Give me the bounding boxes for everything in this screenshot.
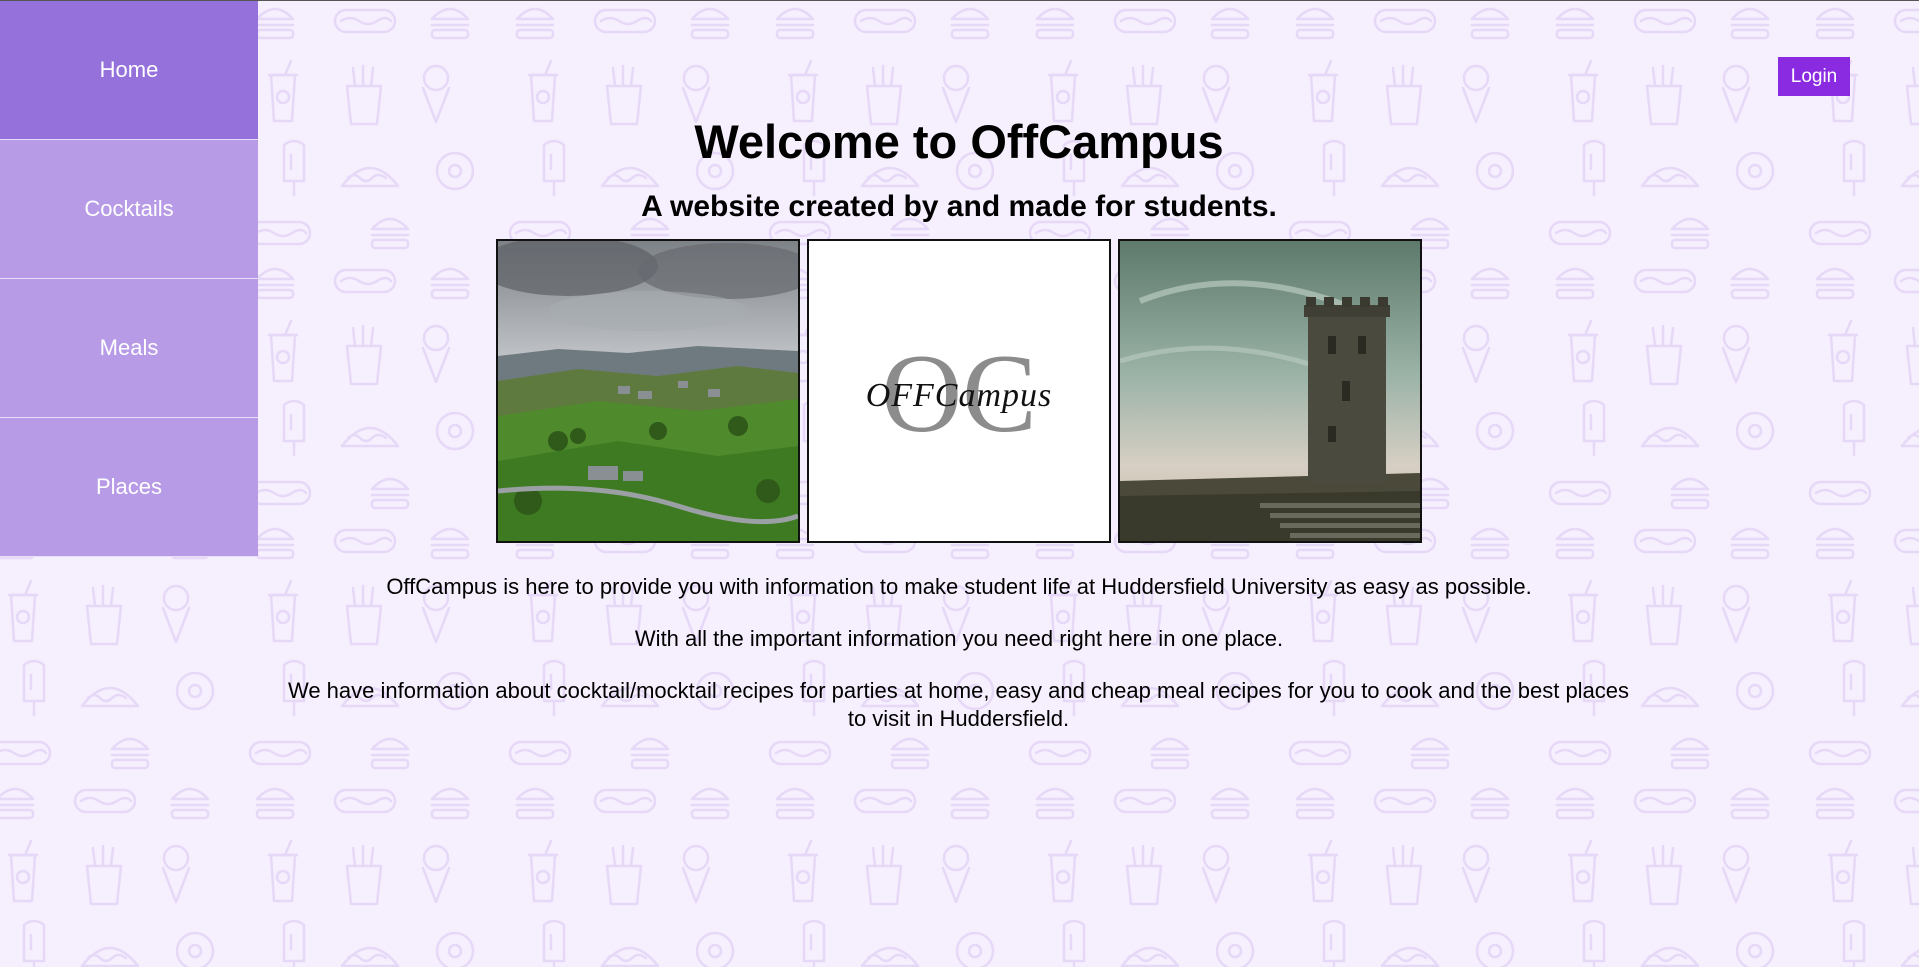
valley-landscape-image [496,239,800,543]
sidebar-nav: Home Cocktails Meals Places [0,1,258,557]
offcampus-logo: OC OFFCampus [807,239,1111,543]
page-title: Welcome to OffCampus [694,115,1224,168]
image-gallery: OC OFFCampus [496,239,1422,543]
svg-text:OFFCampus: OFFCampus [866,377,1053,414]
intro-text: OffCampus is here to provide you with in… [258,573,1660,757]
intro-paragraph: OffCampus is here to provide you with in… [386,574,1532,599]
login-button[interactable]: Login [1778,57,1850,96]
tower-landmark-image [1118,239,1422,543]
intro-paragraph: With all the important information you n… [634,626,1284,651]
sidebar-item-label: Places [95,474,163,499]
page-subtitle: A website created by and made for studen… [641,190,1277,223]
sidebar-item-label: Meals [99,335,159,360]
sidebar-item-meals[interactable]: Meals [0,279,258,418]
intro-paragraph: We have information about cocktail/mockt… [287,678,1630,731]
sidebar-item-cocktails[interactable]: Cocktails [0,140,258,279]
sidebar-item-places[interactable]: Places [0,418,258,557]
sidebar-item-label: Home [99,57,159,82]
sidebar-item-home[interactable]: Home [0,1,258,140]
sidebar-item-label: Cocktails [84,196,174,221]
